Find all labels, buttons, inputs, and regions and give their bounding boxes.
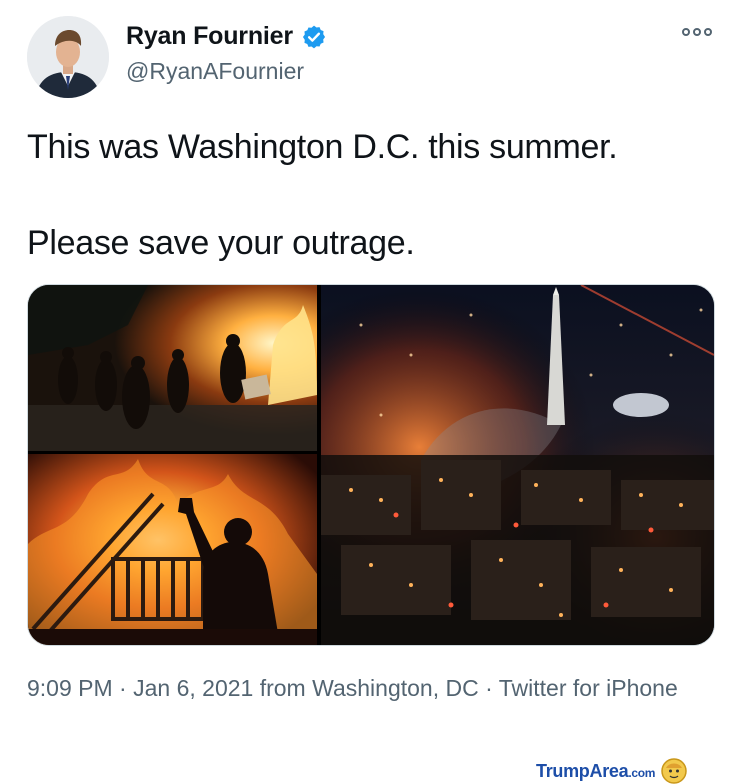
watermark-logo-icon xyxy=(661,758,687,784)
author-display-name[interactable]: Ryan Fournier xyxy=(126,22,293,51)
photo-night-city-fires-icon xyxy=(321,285,714,645)
watermark-brand: TrumpArea.com xyxy=(536,761,655,782)
verified-badge-icon xyxy=(302,25,325,48)
tweet-text: This was Washington D.C. this summer. Pl… xyxy=(27,123,717,267)
more-options-icon[interactable] xyxy=(682,28,712,36)
photo-fire-barricade-icon xyxy=(28,454,317,645)
more-dot-icon xyxy=(693,28,701,36)
media-photo-2[interactable] xyxy=(28,454,317,645)
watermark: TrumpArea.com xyxy=(536,758,687,784)
watermark-brand-c: .com xyxy=(628,765,656,780)
tweet-time[interactable]: 9:09 PM xyxy=(27,675,113,701)
tweet-date[interactable]: Jan 6, 2021 xyxy=(133,675,253,701)
avatar[interactable] xyxy=(27,16,109,98)
tweet-source[interactable]: Twitter for iPhone xyxy=(499,675,678,701)
tweet-location[interactable]: Washington, DC xyxy=(312,675,479,701)
author-handle[interactable]: @RyanAFournier xyxy=(126,58,304,85)
meta-from-label: from xyxy=(259,675,306,701)
author-name-row[interactable]: Ryan Fournier xyxy=(126,22,327,51)
media-grid xyxy=(27,284,715,646)
tweet-text-line-2: Please save your outrage. xyxy=(27,224,415,262)
meta-separator: · xyxy=(485,675,493,701)
meta-separator: · xyxy=(119,675,127,701)
tweet-meta: 9:09 PM · Jan 6, 2021 from Washington, D… xyxy=(27,672,707,704)
more-dot-icon xyxy=(682,28,690,36)
photo-protest-street-icon xyxy=(28,285,317,451)
watermark-brand-b: Area xyxy=(589,760,629,781)
media-photo-3[interactable] xyxy=(321,285,714,645)
watermark-brand-a: Trump xyxy=(536,760,590,781)
tweet-text-line-1: This was Washington D.C. this summer. xyxy=(27,128,618,166)
more-dot-icon xyxy=(704,28,712,36)
media-photo-1[interactable] xyxy=(28,285,317,451)
